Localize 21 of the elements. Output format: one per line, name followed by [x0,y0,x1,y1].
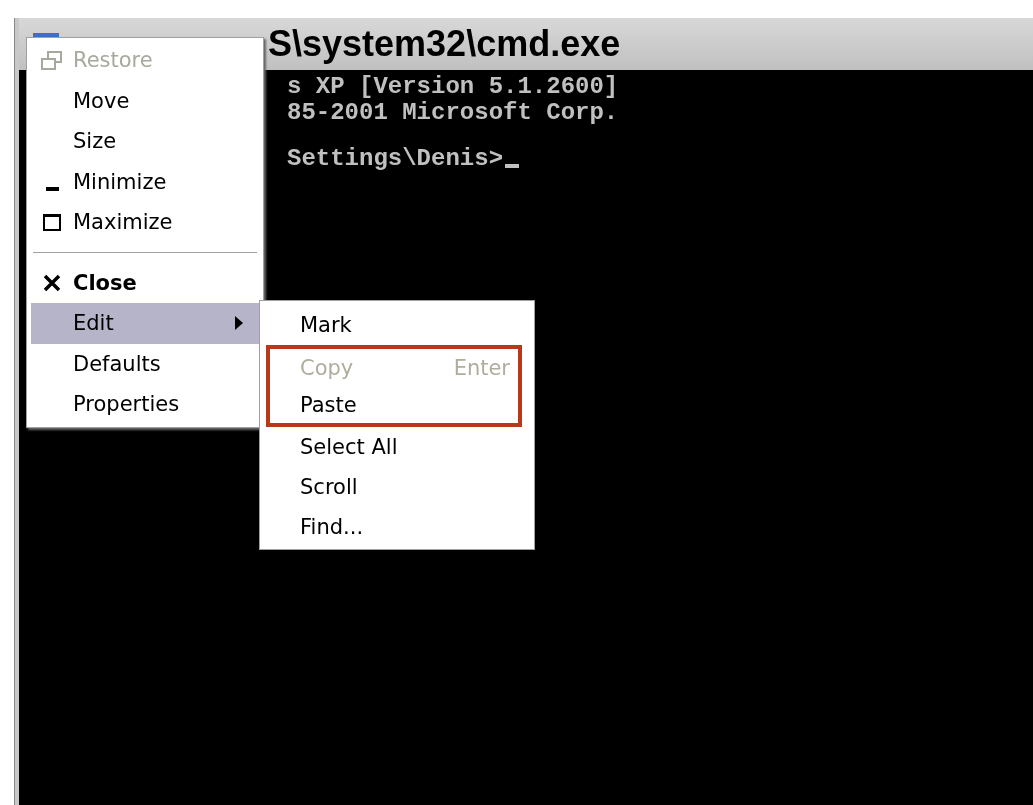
menu-item[interactable]: Defaults [31,343,259,384]
menu-item[interactable]: Mark [266,305,522,345]
menu-item[interactable]: Move [31,80,259,121]
restore-icon [41,50,63,70]
menu-item[interactable]: Find... [266,507,522,547]
menu-item[interactable]: Properties [31,384,259,425]
submenu-arrow-icon [235,316,243,331]
menu-item[interactable]: Maximize [31,202,259,243]
console-text: 85-2001 Microsoft Corp. [287,100,619,126]
menu-item[interactable]: Size [31,121,259,162]
console-text: Settings\Denis> [287,146,504,172]
close-icon [43,273,61,292]
menu-item[interactable]: Close [31,262,259,303]
maximize-icon [43,213,61,231]
menu-item[interactable]: Scroll [266,467,522,507]
menu-item[interactable]: Minimize [31,161,259,202]
menu-item[interactable]: Select All [266,427,522,467]
console-text: s XP [Version 5.1.2600] [287,74,619,100]
minimize-icon [45,186,59,191]
menu-item[interactable]: Edit [31,303,259,344]
window-title: S\system32\cmd.exe [268,23,621,65]
